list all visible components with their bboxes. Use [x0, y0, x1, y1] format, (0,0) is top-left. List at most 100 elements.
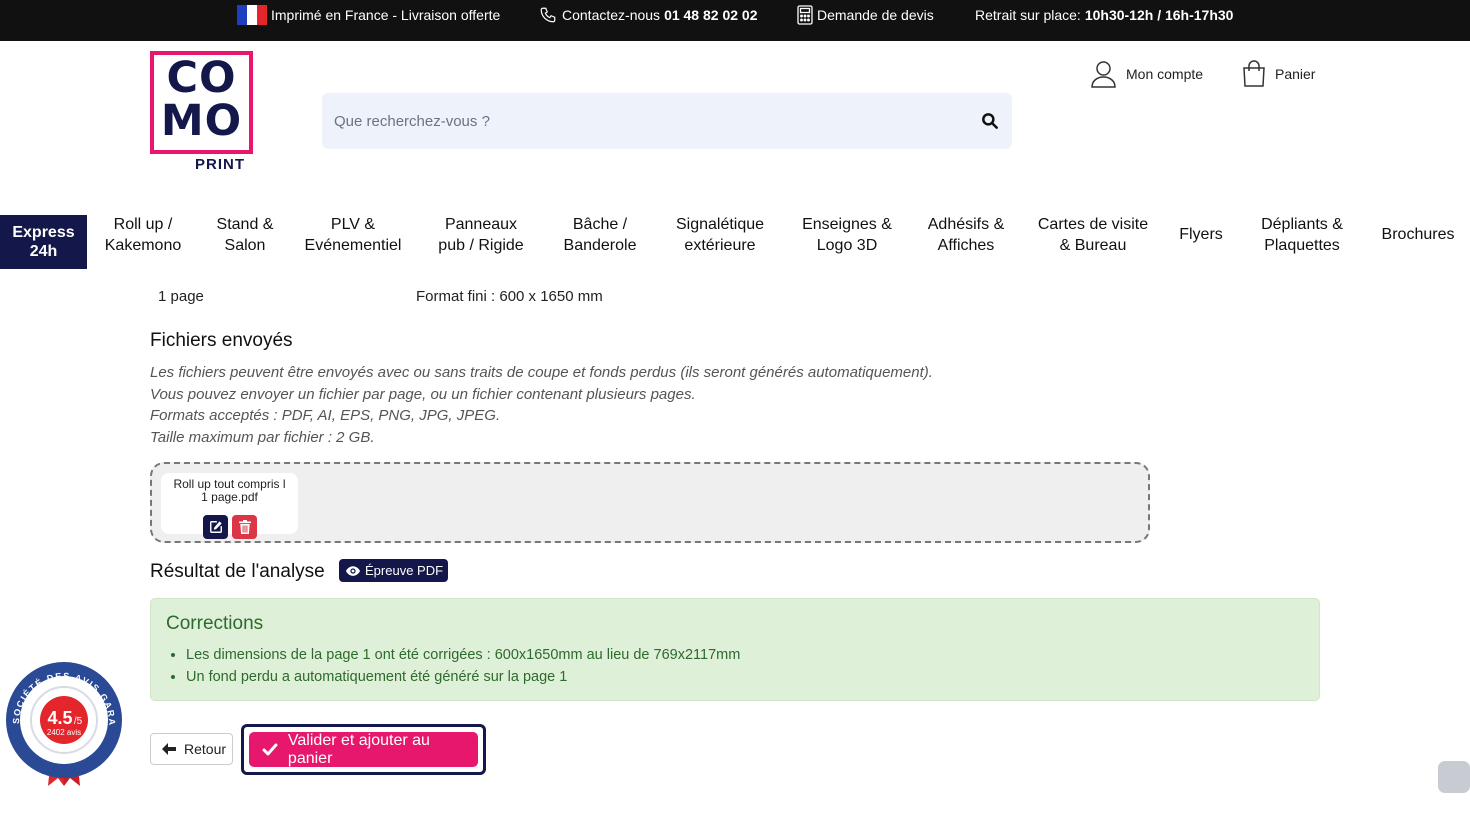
reviews-count: 2402 avis — [47, 728, 81, 737]
nav-line-1: Stand & — [216, 216, 274, 233]
nav-line-1: Bâche / — [572, 216, 628, 233]
nav-item-plv[interactable]: PLV & Evénementiel — [305, 214, 402, 256]
search-bar — [322, 93, 1012, 149]
nav-line-1: Enseignes & — [802, 216, 892, 233]
finished-format: Format fini : 600 x 1650 mm — [416, 288, 603, 305]
contact-link[interactable]: Contactez-nous 01 48 82 02 02 — [538, 6, 757, 24]
calculator-icon — [797, 5, 813, 25]
quote-request-text: Demande de devis — [817, 7, 934, 23]
made-in-france-notice: Imprimé en France - Livraison offerte — [237, 5, 501, 25]
nav-line-1: Signalétique — [675, 216, 765, 233]
files-heading: Fichiers envoyés — [150, 330, 293, 351]
reviews-scale: /5 — [74, 716, 83, 727]
checkmark-icon — [262, 743, 278, 756]
edit-file-button[interactable] — [203, 515, 228, 539]
files-note: Taille maximum par fichier : 2 GB. — [150, 428, 375, 446]
arrow-left-icon — [162, 743, 176, 755]
nav-item-enseignes[interactable]: Enseignes & Logo 3D — [802, 214, 892, 256]
express-line-2: 24h — [29, 243, 58, 260]
phone-icon — [540, 7, 556, 23]
contact-prefix: Contactez-nous — [562, 7, 661, 23]
logo-line-2: MO — [160, 96, 243, 146]
edit-icon — [209, 521, 222, 533]
pdf-proof-button[interactable]: Épreuve PDF — [339, 559, 448, 582]
nav-line-1: Dépliants & — [1261, 216, 1343, 233]
pickup-hours: Retrait sur place: 10h30-12h / 16h-17h30 — [975, 6, 1233, 24]
search-icon[interactable] — [980, 111, 1000, 131]
correction-item: Un fond perdu a automatiquement été géné… — [186, 666, 740, 688]
reviews-score: 4.5 — [47, 708, 72, 728]
files-note: Vous pouvez envoyer un fichier par page,… — [150, 385, 696, 403]
logo-wordmark: CO MO — [154, 57, 249, 143]
back-label: Retour — [184, 741, 227, 757]
delete-file-button[interactable] — [232, 515, 257, 539]
como-print-logo[interactable]: CO MO PRINT — [150, 51, 253, 175]
pdf-proof-label: Épreuve PDF — [365, 563, 444, 578]
logo-frame: CO MO — [150, 51, 253, 154]
nav-line-1: PLV & — [330, 216, 376, 233]
nav-item-flyers[interactable]: Flyers — [1179, 224, 1223, 245]
validate-focus-ring: Valider et ajouter au panier — [241, 724, 486, 775]
nav-line-1: Flyers — [1179, 226, 1223, 243]
nav-item-depliants[interactable]: Dépliants & Plaquettes — [1261, 214, 1343, 256]
validate-label: Valider et ajouter au panier — [287, 731, 430, 767]
page-count: 1 page — [158, 288, 204, 305]
corrections-title: Corrections — [166, 613, 264, 634]
corrections-panel: Corrections Les dimensions de la page 1 … — [150, 598, 1320, 701]
file-dropzone[interactable]: Roll up tout compris l 1 page.pdf — [150, 462, 1150, 543]
contact-phone: 01 48 82 02 02 — [664, 7, 758, 23]
validate-add-to-cart-button[interactable]: Valider et ajouter au panier — [249, 732, 478, 767]
back-button[interactable]: Retour — [150, 733, 233, 765]
nav-line-2: & Bureau — [1059, 237, 1127, 254]
files-note: Formats acceptés : PDF, AI, EPS, PNG, JP… — [150, 407, 501, 424]
nav-line-2: Banderole — [563, 237, 637, 254]
nav-line-2: Salon — [224, 237, 266, 254]
shopping-bag-icon — [1243, 60, 1265, 87]
nav-line-1: Adhésifs & — [927, 216, 1005, 233]
eye-icon — [346, 565, 360, 576]
uploaded-file-name-line-2: 1 page.pdf — [201, 490, 258, 504]
cart-label: Panier — [1275, 66, 1316, 82]
files-notes: Les fichiers peuvent être envoyés avec o… — [150, 362, 933, 448]
account-label: Mon compte — [1126, 66, 1204, 82]
pickup-hours-value: 10h30-12h / 16h-17h30 — [1084, 7, 1234, 23]
nav-item-roll-up[interactable]: Roll up / Kakemono — [105, 214, 182, 256]
nav-line-2: Plaquettes — [1264, 237, 1340, 254]
user-icon — [1091, 61, 1116, 88]
cart-link[interactable]: Panier — [1242, 60, 1315, 88]
nav-line-1: Roll up / — [113, 216, 173, 233]
nav-item-brochures[interactable]: Brochures — [1382, 224, 1455, 245]
made-in-france-text: Imprimé en France - Livraison offerte — [271, 7, 501, 23]
nav-item-adhesifs[interactable]: Adhésifs & Affiches — [928, 214, 1004, 256]
corrections-list: Les dimensions de la page 1 ont été corr… — [186, 644, 740, 688]
search-input[interactable] — [322, 93, 962, 149]
nav-line-2: pub / Rigide — [438, 237, 524, 254]
correction-item: Les dimensions de la page 1 ont été corr… — [186, 644, 740, 666]
nav-line-2: Evénementiel — [304, 237, 402, 254]
chat-widget-button[interactable] — [1438, 761, 1470, 793]
nav-item-panneaux[interactable]: Panneaux pub / Rigide — [438, 214, 523, 256]
logo-print-text: PRINT — [195, 156, 245, 173]
uploaded-file-card: Roll up tout compris l 1 page.pdf — [161, 473, 298, 539]
nav-express-24h[interactable]: Express 24h — [0, 215, 87, 269]
france-flag-icon — [237, 5, 267, 25]
nav-line-1: Panneaux — [444, 216, 518, 233]
nav-line-1: Cartes de visite — [1037, 216, 1149, 233]
nav-item-cartes-de-visite[interactable]: Cartes de visite & Bureau — [1038, 214, 1148, 256]
files-note: Les fichiers peuvent être envoyés avec o… — [150, 364, 933, 381]
top-info-bar: Imprimé en France - Livraison offerte Co… — [0, 0, 1470, 41]
trash-icon — [238, 520, 251, 534]
nav-line-2: Kakemono — [104, 237, 182, 254]
analysis-heading: Résultat de l'analyse — [150, 561, 325, 582]
pickup-prefix: Retrait sur place: — [975, 7, 1081, 23]
logo-line-1: CO — [166, 53, 237, 103]
nav-line-2: Affiches — [937, 237, 995, 254]
reviews-badge[interactable]: SOCIÉTÉ DES AVIS GARANTIS 4.5 /5 2402 av… — [0, 654, 124, 786]
quote-request-link[interactable]: Demande de devis — [797, 5, 934, 25]
nav-item-stand[interactable]: Stand & Salon — [217, 214, 274, 256]
nav-item-signaletique[interactable]: Signalétique extérieure — [676, 214, 764, 256]
nav-item-bache[interactable]: Bâche / Banderole — [564, 214, 637, 256]
express-line-1: Express — [12, 224, 75, 241]
nav-line-2: extérieure — [684, 237, 756, 254]
account-link[interactable]: Mon compte — [1090, 60, 1203, 88]
